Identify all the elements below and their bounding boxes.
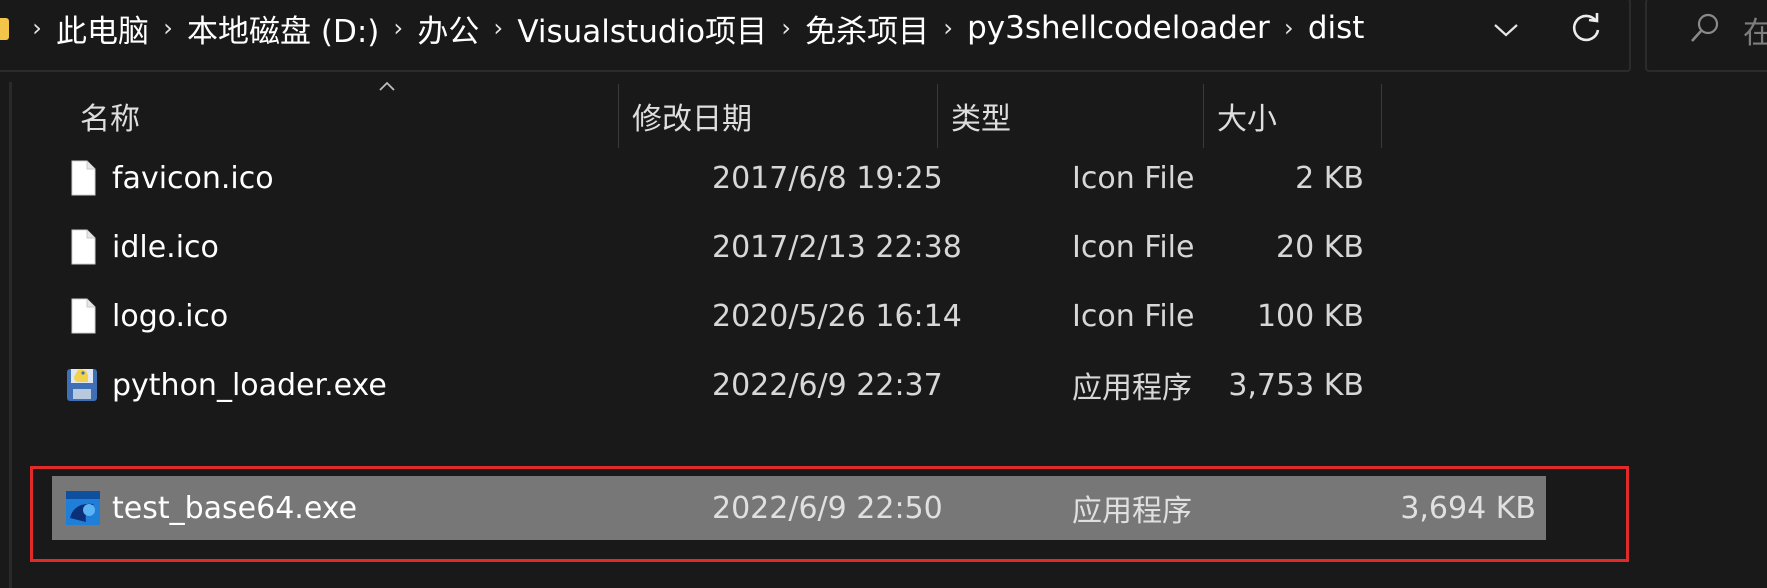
highlight-annotation: [30, 466, 1629, 562]
search-box[interactable]: 在: [1645, 0, 1767, 72]
file-row-idle[interactable]: idle.ico 2017/2/13 22:38 Icon File 20 KB: [52, 215, 1546, 279]
column-header-type[interactable]: 类型: [951, 84, 1203, 148]
breadcrumb-item-vs-projects[interactable]: Visualstudio项目: [517, 6, 767, 51]
breadcrumb-item-av-bypass[interactable]: 免杀项目: [805, 6, 929, 51]
ico-file-icon: [71, 298, 96, 334]
file-modified: 2017/2/13 22:38: [712, 229, 962, 265]
breadcrumb-item-office[interactable]: 办公: [417, 6, 479, 51]
address-history-button[interactable]: [1486, 10, 1526, 50]
file-row-logo[interactable]: logo.ico 2020/5/26 16:14 Icon File 100 K…: [52, 284, 1546, 348]
file-size: 100 KB: [1256, 298, 1364, 334]
breadcrumb: › 此电脑 › 本地磁盘 (D:) › 办公 › Visualstudio项目 …: [0, 0, 1364, 56]
column-header-modified-label: 修改日期: [632, 102, 752, 137]
file-modified: 2017/6/8 19:25: [712, 160, 943, 196]
column-divider[interactable]: [618, 84, 619, 148]
breadcrumb-item-this-pc[interactable]: 此电脑: [56, 6, 149, 51]
chevron-right-icon[interactable]: ›: [149, 14, 187, 42]
chevron-right-icon[interactable]: ›: [479, 14, 517, 42]
file-name: python_loader.exe: [112, 367, 387, 403]
ico-file-icon: [71, 229, 96, 265]
column-header-size-label: 大小: [1217, 102, 1277, 137]
file-row-python-loader[interactable]: python_loader.exe 2022/6/9 22:37 应用程序 3,…: [52, 353, 1546, 417]
file-size: 3,753 KB: [1228, 367, 1364, 403]
ico-file-icon: [71, 160, 96, 196]
file-modified: 2020/5/26 16:14: [712, 298, 962, 334]
chevron-right-icon[interactable]: ›: [767, 14, 805, 42]
breadcrumb-item-drive-d[interactable]: 本地磁盘 (D:): [187, 6, 379, 51]
column-divider[interactable]: [1203, 84, 1204, 148]
search-placeholder: 在: [1743, 8, 1767, 52]
refresh-icon: [1572, 13, 1600, 42]
file-name: logo.ico: [112, 298, 229, 334]
python-exe-icon: [67, 369, 97, 401]
search-icon: [1691, 13, 1719, 42]
chevron-right-icon[interactable]: ›: [379, 14, 417, 42]
column-header-size[interactable]: 大小: [1217, 84, 1381, 148]
address-toolbar: › 此电脑 › 本地磁盘 (D:) › 办公 › Visualstudio项目 …: [0, 0, 1767, 72]
chevron-down-icon: [1494, 24, 1518, 37]
column-header-type-label: 类型: [951, 102, 1011, 137]
address-bar[interactable]: › 此电脑 › 本地磁盘 (D:) › 办公 › Visualstudio项目 …: [0, 0, 1631, 72]
chevron-right-icon[interactable]: ›: [1270, 14, 1308, 42]
column-header-name[interactable]: 名称: [80, 84, 618, 148]
chevron-right-icon[interactable]: ›: [18, 14, 56, 42]
file-row-favicon[interactable]: favicon.ico 2017/6/8 19:25 Icon File 2 K…: [52, 146, 1546, 210]
breadcrumb-item-py3shellcodeloader[interactable]: py3shellcodeloader: [967, 10, 1270, 46]
column-header-modified[interactable]: 修改日期: [632, 84, 937, 148]
chevron-right-icon[interactable]: ›: [929, 14, 967, 42]
breadcrumb-item-dist[interactable]: dist: [1308, 10, 1365, 46]
file-name: idle.ico: [112, 229, 219, 265]
refresh-button[interactable]: [1564, 6, 1608, 50]
column-divider[interactable]: [1381, 84, 1382, 148]
file-size: 20 KB: [1276, 229, 1364, 265]
column-header-name-label: 名称: [80, 102, 140, 137]
column-headers: 名称 修改日期 类型 大小: [0, 84, 1767, 148]
file-modified: 2022/6/9 22:37: [712, 367, 943, 403]
column-divider[interactable]: [937, 84, 938, 148]
pane-border: [9, 82, 12, 588]
file-name: favicon.ico: [112, 160, 274, 196]
file-size: 2 KB: [1295, 160, 1364, 196]
